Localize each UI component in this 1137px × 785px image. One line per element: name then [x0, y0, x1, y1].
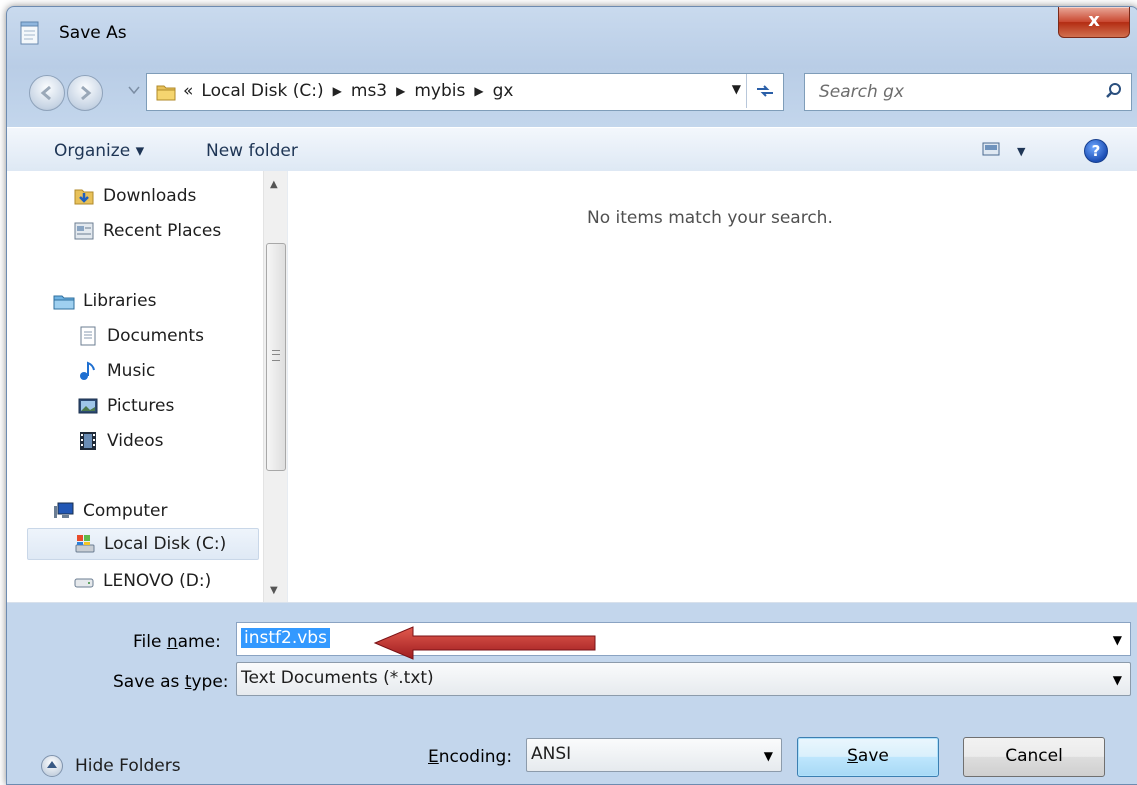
breadcrumb-separator-icon[interactable]: ▶: [333, 84, 342, 98]
sidebar-item-music[interactable]: Music: [77, 355, 155, 387]
refresh-icon: [757, 85, 773, 97]
file-name-dropdown-icon[interactable]: ▼: [1113, 633, 1122, 647]
save-as-type-label: Save as type:: [113, 672, 229, 692]
command-toolbar: Organize ▾ New folder ▼ ?: [7, 127, 1137, 173]
save-as-dialog: Save As x « Local Disk (C:) ▶ ms3 ▶ mybi…: [6, 6, 1137, 785]
back-button[interactable]: [29, 75, 65, 111]
new-folder-button[interactable]: New folder: [206, 141, 298, 161]
breadcrumb-item[interactable]: Local Disk (C:): [201, 81, 323, 101]
window-title: Save As: [59, 23, 127, 43]
navigation-pane[interactable]: Downloads Recent Places Libraries Docume…: [7, 171, 263, 602]
hide-folders-button[interactable]: Hide Folders: [41, 755, 181, 777]
scroll-up-icon[interactable]: ▲: [270, 179, 278, 190]
documents-icon: [80, 326, 96, 346]
encoding-value: ANSI: [531, 744, 572, 764]
encoding-select[interactable]: ANSI ▼: [526, 738, 782, 772]
save-as-type-value: Text Documents (*.txt): [241, 668, 434, 688]
organize-button[interactable]: Organize ▾: [54, 141, 144, 161]
address-bar[interactable]: « Local Disk (C:) ▶ ms3 ▶ mybis ▶ gx ▼: [146, 73, 784, 111]
sidebar-item-lenovo-d[interactable]: LENOVO (D:): [73, 565, 211, 597]
sidebar-item-recent-places[interactable]: Recent Places: [73, 215, 221, 247]
music-icon: [80, 361, 95, 380]
pictures-icon: [78, 398, 98, 414]
breadcrumb-separator-icon[interactable]: ▶: [474, 84, 483, 98]
annotation-arrow-icon: [373, 626, 596, 660]
sidebar-item-pictures[interactable]: Pictures: [77, 390, 174, 422]
hide-folders-label: Hide Folders: [75, 756, 181, 776]
breadcrumb: « Local Disk (C:) ▶ ms3 ▶ mybis ▶ gx: [183, 81, 513, 101]
breadcrumb-overflow[interactable]: «: [183, 81, 193, 101]
forward-arrow-icon: [81, 85, 92, 101]
file-name-field[interactable]: instf2.vbs ▼: [236, 622, 1131, 656]
sidebar-item-label: Computer: [83, 501, 168, 521]
sidebar-item-label: Downloads: [103, 186, 197, 206]
content-area: Downloads Recent Places Libraries Docume…: [7, 171, 1137, 603]
sidebar-item-label: Recent Places: [103, 221, 222, 241]
breadcrumb-separator-icon[interactable]: ▶: [396, 84, 405, 98]
sidebar-item-libraries[interactable]: Libraries: [53, 285, 156, 317]
scrollbar-thumb[interactable]: [266, 243, 286, 471]
sidebar-item-documents[interactable]: Documents: [77, 320, 204, 352]
encoding-dropdown-icon[interactable]: ▼: [764, 749, 773, 763]
search-icon[interactable]: [1105, 82, 1123, 100]
cancel-button[interactable]: Cancel: [963, 737, 1105, 777]
navigation-scrollbar[interactable]: ▲ ▼: [263, 171, 288, 602]
search-input[interactable]: Search gx: [819, 82, 904, 102]
search-box[interactable]: Search gx: [804, 73, 1132, 111]
computer-icon: [54, 502, 74, 518]
sidebar-item-label: Videos: [107, 431, 164, 451]
sidebar-item-label: Music: [107, 361, 156, 381]
sidebar-item-local-disk-c[interactable]: Local Disk (C:): [27, 528, 259, 560]
sidebar-item-downloads[interactable]: Downloads: [73, 180, 196, 212]
folder-icon: [156, 85, 176, 101]
collapse-chevron-icon: [41, 755, 63, 777]
local-disk-icon: [75, 535, 95, 553]
save-as-type-select[interactable]: Text Documents (*.txt) ▼: [236, 662, 1131, 696]
notepad-icon: [20, 21, 39, 45]
encoding-label: Encoding:: [428, 747, 513, 767]
sidebar-item-label: Local Disk (C:): [104, 534, 227, 554]
grip-icon: [272, 350, 280, 361]
pane-divider[interactable]: [287, 171, 288, 602]
breadcrumb-item[interactable]: ms3: [351, 81, 387, 101]
back-arrow-icon: [40, 85, 51, 101]
sidebar-item-videos[interactable]: Videos: [77, 425, 164, 457]
empty-results-message: No items match your search.: [587, 208, 833, 228]
save-button[interactable]: Save: [797, 737, 939, 777]
title-bar[interactable]: Save As x: [7, 7, 1137, 57]
file-name-input[interactable]: instf2.vbs: [241, 628, 330, 648]
libraries-icon: [53, 295, 75, 310]
refresh-button[interactable]: [746, 74, 783, 108]
breadcrumb-item[interactable]: mybis: [414, 81, 465, 101]
recent-places-icon: [74, 222, 94, 240]
save-as-type-dropdown-icon[interactable]: ▼: [1113, 673, 1122, 687]
close-button[interactable]: x: [1058, 7, 1130, 38]
downloads-folder-icon: [74, 189, 94, 205]
sidebar-item-label: Pictures: [107, 396, 175, 416]
view-dropdown-icon[interactable]: ▼: [1017, 145, 1025, 158]
breadcrumb-item[interactable]: gx: [493, 81, 514, 101]
scroll-down-icon[interactable]: ▼: [270, 585, 278, 596]
sidebar-item-label: Libraries: [83, 291, 157, 311]
recent-locations-chevron-icon[interactable]: [128, 86, 140, 94]
change-view-icon[interactable]: [982, 142, 1000, 156]
address-dropdown-icon[interactable]: ▼: [732, 82, 741, 96]
videos-icon: [80, 432, 96, 450]
help-icon[interactable]: ?: [1084, 139, 1108, 163]
sidebar-item-label: Documents: [107, 326, 204, 346]
forward-button[interactable]: [67, 75, 103, 111]
drive-icon: [74, 578, 94, 588]
sidebar-item-computer[interactable]: Computer: [53, 495, 168, 527]
sidebar-item-label: LENOVO (D:): [103, 571, 212, 591]
file-name-label: File name:: [133, 632, 221, 652]
